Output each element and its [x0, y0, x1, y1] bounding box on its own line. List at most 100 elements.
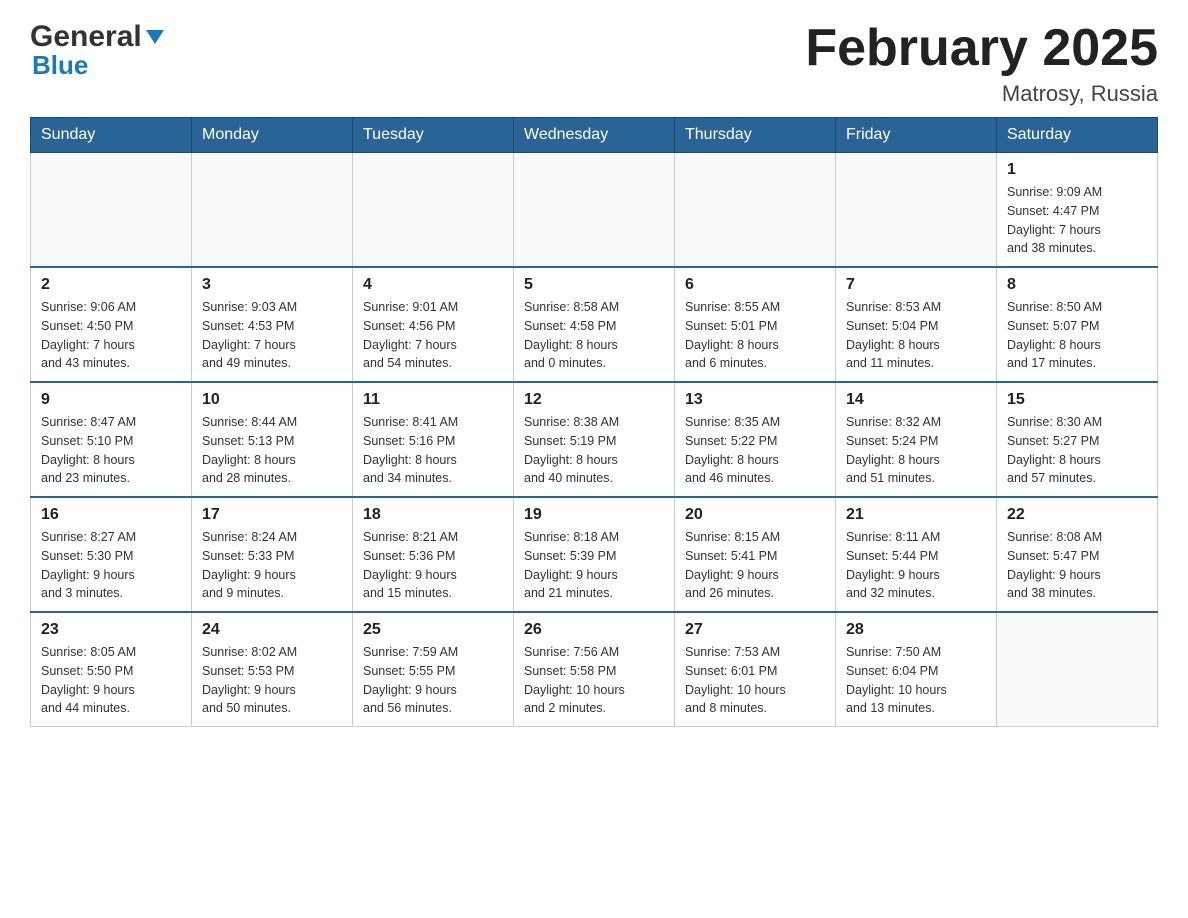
- calendar-cell: 28Sunrise: 7:50 AM Sunset: 6:04 PM Dayli…: [836, 612, 997, 727]
- page-header: General Blue February 2025 Matrosy, Russ…: [30, 20, 1158, 107]
- calendar-cell: 14 Sunrise: 8:32 AM Sunset: 5:24 PM Dayli…: [836, 382, 997, 497]
- day-info: Sunrise: 8:18 AM Sunset: 5:39 PM Dayligh…: [524, 528, 664, 603]
- calendar-cell: 6Sunrise: 8:55 AM Sunset: 5:01 PM Daylig…: [675, 267, 836, 382]
- day-number: 20: [685, 506, 825, 524]
- weekday-header-wednesday: Wednesday: [514, 118, 675, 153]
- weekday-header-row: SundayMondayTuesdayWednesdayThursdayFrid…: [31, 118, 1158, 153]
- calendar-cell: [353, 153, 514, 268]
- day-number: 3: [202, 276, 342, 294]
- day-number: 11: [363, 391, 503, 409]
- calendar-table: SundayMondayTuesdayWednesdayThursdayFrid…: [30, 117, 1158, 727]
- calendar-cell: 5 Sunrise: 8:58 AM Sunset: 4:58 PM Daylig…: [514, 267, 675, 382]
- calendar-cell: 19 Sunrise: 8:18 AM Sunset: 5:39 PM Dayli…: [514, 497, 675, 612]
- weekday-header-saturday: Saturday: [997, 118, 1158, 153]
- calendar-cell: [997, 612, 1158, 727]
- calendar-cell: 16 Sunrise: 8:27 AM Sunset: 5:30 PM Dayli…: [31, 497, 192, 612]
- day-info: Sunrise: 9:06 AM Sunset: 4:50 PM Dayligh…: [41, 298, 181, 373]
- title-area: February 2025 Matrosy, Russia: [805, 20, 1158, 107]
- day-number: 18: [363, 506, 503, 524]
- day-info: Sunrise: 8:50 AM Sunset: 5:07 PM Dayligh…: [1007, 298, 1147, 373]
- logo: General Blue: [30, 20, 166, 81]
- calendar-cell: 15Sunrise: 8:30 AM Sunset: 5:27 PM Dayli…: [997, 382, 1158, 497]
- calendar-cell: 17Sunrise: 8:24 AM Sunset: 5:33 PM Dayli…: [192, 497, 353, 612]
- day-info: Sunrise: 7:59 AM Sunset: 5:55 PM Dayligh…: [363, 643, 503, 718]
- day-number: 16: [41, 506, 181, 524]
- day-info: Sunrise: 8:38 AM Sunset: 5:19 PM Dayligh…: [524, 413, 664, 488]
- calendar-cell: 11 Sunrise: 8:41 AM Sunset: 5:16 PM Dayli…: [353, 382, 514, 497]
- day-info: Sunrise: 8:35 AM Sunset: 5:22 PM Dayligh…: [685, 413, 825, 488]
- day-info: Sunrise: 8:21 AM Sunset: 5:36 PM Dayligh…: [363, 528, 503, 603]
- weekday-header-tuesday: Tuesday: [353, 118, 514, 153]
- day-info: Sunrise: 7:53 AM Sunset: 6:01 PM Dayligh…: [685, 643, 825, 718]
- day-number: 27: [685, 621, 825, 639]
- logo-arrow-icon: [144, 26, 166, 48]
- logo-general-text: General: [30, 20, 142, 54]
- calendar-cell: [192, 153, 353, 268]
- day-info: Sunrise: 8:58 AM Sunset: 4:58 PM Dayligh…: [524, 298, 664, 373]
- calendar-cell: [31, 153, 192, 268]
- calendar-week-row: 16 Sunrise: 8:27 AM Sunset: 5:30 PM Dayli…: [31, 497, 1158, 612]
- weekday-header-friday: Friday: [836, 118, 997, 153]
- calendar-cell: 27 Sunrise: 7:53 AM Sunset: 6:01 PM Dayli…: [675, 612, 836, 727]
- day-info: Sunrise: 8:05 AM Sunset: 5:50 PM Dayligh…: [41, 643, 181, 718]
- calendar-week-row: 23 Sunrise: 8:05 AM Sunset: 5:50 PM Dayli…: [31, 612, 1158, 727]
- day-number: 25: [363, 621, 503, 639]
- month-year-title: February 2025: [805, 20, 1158, 77]
- day-info: Sunrise: 8:11 AM Sunset: 5:44 PM Dayligh…: [846, 528, 986, 603]
- day-number: 10: [202, 391, 342, 409]
- calendar-cell: 24 Sunrise: 8:02 AM Sunset: 5:53 PM Dayli…: [192, 612, 353, 727]
- calendar-week-row: 9 Sunrise: 8:47 AM Sunset: 5:10 PM Daylig…: [31, 382, 1158, 497]
- calendar-cell: 3 Sunrise: 9:03 AM Sunset: 4:53 PM Daylig…: [192, 267, 353, 382]
- day-info: Sunrise: 8:47 AM Sunset: 5:10 PM Dayligh…: [41, 413, 181, 488]
- calendar-week-row: 1 Sunrise: 9:09 AM Sunset: 4:47 PM Daylig…: [31, 153, 1158, 268]
- day-info: Sunrise: 8:53 AM Sunset: 5:04 PM Dayligh…: [846, 298, 986, 373]
- weekday-header-sunday: Sunday: [31, 118, 192, 153]
- calendar-cell: 22 Sunrise: 8:08 AM Sunset: 5:47 PM Dayli…: [997, 497, 1158, 612]
- day-number: 21: [846, 506, 986, 524]
- day-number: 13: [685, 391, 825, 409]
- day-number: 17: [202, 506, 342, 524]
- day-number: 23: [41, 621, 181, 639]
- day-info: Sunrise: 8:32 AM Sunset: 5:24 PM Dayligh…: [846, 413, 986, 488]
- weekday-header-monday: Monday: [192, 118, 353, 153]
- day-info: Sunrise: 7:56 AM Sunset: 5:58 PM Dayligh…: [524, 643, 664, 718]
- day-number: 14: [846, 391, 986, 409]
- calendar-cell: 26 Sunrise: 7:56 AM Sunset: 5:58 PM Dayli…: [514, 612, 675, 727]
- calendar-cell: 10Sunrise: 8:44 AM Sunset: 5:13 PM Dayli…: [192, 382, 353, 497]
- calendar-week-row: 2 Sunrise: 9:06 AM Sunset: 4:50 PM Daylig…: [31, 267, 1158, 382]
- calendar-cell: 21 Sunrise: 8:11 AM Sunset: 5:44 PM Dayli…: [836, 497, 997, 612]
- day-number: 8: [1007, 276, 1147, 294]
- calendar-cell: 4 Sunrise: 9:01 AM Sunset: 4:56 PM Daylig…: [353, 267, 514, 382]
- calendar-cell: 1 Sunrise: 9:09 AM Sunset: 4:47 PM Daylig…: [997, 153, 1158, 268]
- day-info: Sunrise: 9:01 AM Sunset: 4:56 PM Dayligh…: [363, 298, 503, 373]
- day-info: Sunrise: 8:55 AM Sunset: 5:01 PM Dayligh…: [685, 298, 825, 373]
- day-number: 2: [41, 276, 181, 294]
- day-info: Sunrise: 8:08 AM Sunset: 5:47 PM Dayligh…: [1007, 528, 1147, 603]
- calendar-cell: 20 Sunrise: 8:15 AM Sunset: 5:41 PM Dayli…: [675, 497, 836, 612]
- calendar-cell: 23 Sunrise: 8:05 AM Sunset: 5:50 PM Dayli…: [31, 612, 192, 727]
- day-number: 9: [41, 391, 181, 409]
- day-number: 15: [1007, 391, 1147, 409]
- day-number: 5: [524, 276, 664, 294]
- calendar-cell: 7Sunrise: 8:53 AM Sunset: 5:04 PM Daylig…: [836, 267, 997, 382]
- weekday-header-thursday: Thursday: [675, 118, 836, 153]
- day-number: 24: [202, 621, 342, 639]
- day-number: 22: [1007, 506, 1147, 524]
- logo-blue-text: Blue: [32, 50, 88, 81]
- day-number: 26: [524, 621, 664, 639]
- calendar-cell: 13 Sunrise: 8:35 AM Sunset: 5:22 PM Dayli…: [675, 382, 836, 497]
- day-info: Sunrise: 8:41 AM Sunset: 5:16 PM Dayligh…: [363, 413, 503, 488]
- day-info: Sunrise: 8:02 AM Sunset: 5:53 PM Dayligh…: [202, 643, 342, 718]
- day-info: Sunrise: 8:27 AM Sunset: 5:30 PM Dayligh…: [41, 528, 181, 603]
- calendar-cell: 8 Sunrise: 8:50 AM Sunset: 5:07 PM Daylig…: [997, 267, 1158, 382]
- day-number: 19: [524, 506, 664, 524]
- day-number: 12: [524, 391, 664, 409]
- day-info: Sunrise: 7:50 AM Sunset: 6:04 PM Dayligh…: [846, 643, 986, 718]
- day-info: Sunrise: 8:15 AM Sunset: 5:41 PM Dayligh…: [685, 528, 825, 603]
- day-info: Sunrise: 9:03 AM Sunset: 4:53 PM Dayligh…: [202, 298, 342, 373]
- day-number: 1: [1007, 161, 1147, 179]
- day-info: Sunrise: 9:09 AM Sunset: 4:47 PM Dayligh…: [1007, 183, 1147, 258]
- calendar-cell: [514, 153, 675, 268]
- day-number: 4: [363, 276, 503, 294]
- calendar-cell: [836, 153, 997, 268]
